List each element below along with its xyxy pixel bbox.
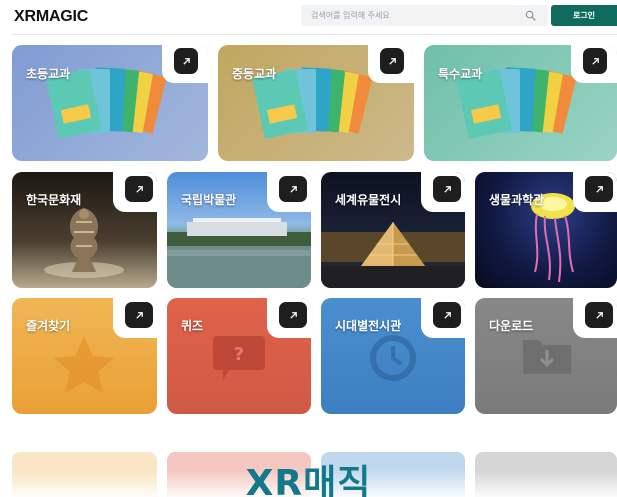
card-title: 다운로드 [489, 319, 534, 333]
section-title: XR매직 [245, 463, 372, 497]
card-special-textbook[interactable]: 특수교과 [424, 45, 617, 161]
site-logo[interactable]: XRMAGIC [14, 8, 88, 26]
card-korean-heritage[interactable]: 한국문화재 [12, 172, 157, 288]
card-download[interactable]: 다운로드 [475, 298, 617, 414]
open-arrow-icon[interactable] [433, 176, 461, 202]
card-favorites[interactable]: 즐겨찾기 [12, 298, 157, 414]
card-national-museum[interactable]: 국립박물관 [167, 172, 311, 288]
open-arrow-icon[interactable] [125, 302, 153, 328]
card-quiz[interactable]: ? 퀴즈 [167, 298, 311, 414]
card-middle-textbook[interactable]: 중등교과 [218, 45, 414, 161]
open-arrow-icon[interactable] [585, 302, 613, 328]
card-title: 세계유물전시 [335, 193, 402, 207]
svg-text:?: ? [234, 344, 244, 365]
top-header: XRMAGIC 로그인 [0, 0, 617, 34]
open-arrow-icon[interactable] [279, 176, 307, 202]
open-arrow-icon[interactable] [433, 302, 461, 328]
card-title: 퀴즈 [181, 319, 204, 333]
open-arrow-icon[interactable] [174, 48, 198, 74]
open-arrow-icon[interactable] [279, 302, 307, 328]
header-divider [12, 34, 617, 35]
open-arrow-icon[interactable] [380, 48, 404, 74]
open-arrow-icon[interactable] [583, 48, 607, 74]
search-bar [301, 5, 548, 26]
card-world-relics[interactable]: 세계유물전시 [321, 172, 465, 288]
card-title: 초등교과 [26, 67, 71, 81]
card-title: 국립박물관 [181, 193, 237, 207]
search-input[interactable] [301, 5, 521, 26]
open-arrow-icon[interactable] [585, 176, 613, 202]
card-title: 한국문화재 [26, 193, 82, 207]
card-title: 특수교과 [438, 67, 483, 81]
card-title: 시대별전시관 [335, 319, 402, 333]
card-title: 중등교과 [232, 67, 277, 81]
search-icon[interactable] [525, 10, 536, 21]
card-bio-science[interactable]: 생물과학관 [475, 172, 617, 288]
login-button[interactable]: 로그인 [551, 5, 617, 26]
card-elementary-textbook[interactable]: 초등교과 [12, 45, 208, 161]
card-title: 즐겨찾기 [26, 319, 71, 333]
open-arrow-icon[interactable] [125, 176, 153, 202]
card-title: 생물과학관 [489, 193, 545, 207]
card-era-exhibition[interactable]: 시대별전시관 [321, 298, 465, 414]
